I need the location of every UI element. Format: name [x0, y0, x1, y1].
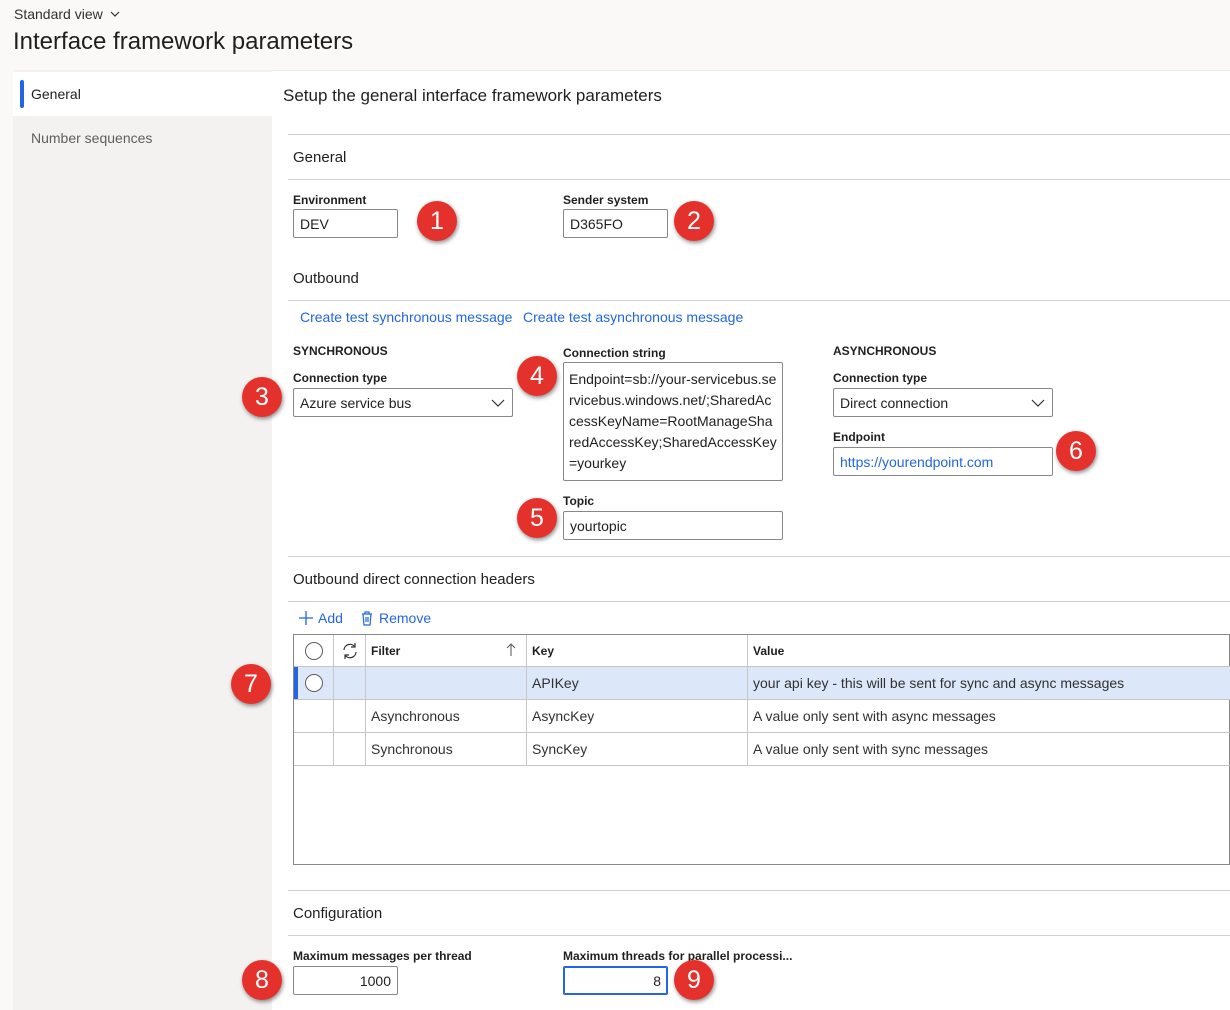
sender-system-field[interactable]: D365FO	[563, 209, 668, 238]
environment-field[interactable]: DEV	[293, 209, 398, 238]
divider	[288, 890, 1230, 891]
topic-label: Topic	[563, 494, 595, 508]
section-heading-configuration: Configuration	[293, 905, 383, 922]
column-header-label: Key	[532, 643, 555, 658]
row-spacer-cell	[334, 667, 366, 699]
divider	[288, 556, 1230, 557]
connection-string-field[interactable]: Endpoint=sb://your-servicebus.servicebus…	[563, 362, 783, 481]
sender-system-label: Sender system	[563, 193, 649, 207]
column-header-filter[interactable]: Filter	[366, 635, 527, 666]
endpoint-label: Endpoint	[833, 430, 885, 444]
chevron-down-icon	[1031, 399, 1045, 407]
sort-ascending-icon	[506, 643, 516, 656]
annotation-badge: 2	[674, 201, 714, 241]
sidebar: General Number sequences	[13, 70, 272, 1010]
max-messages-label: Maximum messages per thread	[293, 949, 472, 963]
view-selector-label: Standard view	[14, 6, 103, 22]
filter-cell[interactable]: Synchronous	[366, 733, 527, 765]
topic-field[interactable]: yourtopic	[563, 511, 783, 540]
annotation-badge: 3	[242, 377, 282, 417]
sync-connection-type-label: Connection type	[293, 371, 388, 385]
sidebar-item-label: General	[31, 86, 81, 102]
column-header-label: Value	[753, 643, 785, 658]
environment-label: Environment	[293, 193, 367, 207]
annotation-badge: 9	[674, 960, 714, 1000]
sync-connection-type-select[interactable]: Azure service bus	[293, 388, 513, 417]
annotation-badge: 6	[1056, 431, 1096, 471]
column-header-label: Filter	[371, 643, 401, 658]
annotation-badge: 1	[417, 201, 457, 241]
page-title: Interface framework parameters	[13, 28, 354, 55]
asynchronous-heading: ASYNCHRONOUS	[833, 344, 937, 358]
column-header-key[interactable]: Key	[527, 635, 748, 666]
content-title: Setup the general interface framework pa…	[283, 86, 662, 105]
trash-icon	[362, 611, 372, 626]
headers-grid: Filter Key Value APIKey your api key - t…	[293, 634, 1230, 865]
max-threads-label: Maximum threads for parallel processi...	[563, 949, 793, 963]
value-cell[interactable]: A value only sent with async messages	[748, 700, 1230, 732]
sidebar-item-general[interactable]: General	[13, 72, 272, 116]
section-heading-general: General	[293, 149, 347, 166]
row-select-radio[interactable]	[304, 674, 323, 692]
endpoint-field[interactable]: https://yourendpoint.com	[833, 447, 1053, 476]
synchronous-heading: SYNCHRONOUS	[293, 344, 388, 358]
column-header-value[interactable]: Value	[748, 635, 1230, 666]
annotation-badge: 8	[242, 960, 282, 1000]
max-messages-field[interactable]: 1000	[293, 966, 398, 995]
section-heading-headers: Outbound direct connection headers	[293, 571, 535, 588]
max-threads-field[interactable]: 8	[563, 966, 668, 995]
divider	[288, 134, 1230, 135]
sync-connection-type-value: Azure service bus	[300, 394, 412, 411]
async-connection-type-label: Connection type	[833, 371, 928, 385]
row-select-cell	[294, 667, 334, 699]
value-cell[interactable]: your api key - this will be sent for syn…	[748, 667, 1230, 699]
value-cell[interactable]: A value only sent with sync messages	[748, 733, 1230, 765]
async-connection-type-value: Direct connection	[840, 394, 949, 411]
refresh-icon[interactable]	[341, 642, 359, 660]
key-cell[interactable]: SyncKey	[527, 733, 748, 765]
filter-cell[interactable]	[366, 667, 527, 699]
remove-button-label: Remove	[379, 610, 432, 626]
remove-button[interactable]: Remove	[359, 610, 431, 626]
add-button[interactable]: Add	[298, 610, 343, 626]
create-test-sync-message-link[interactable]: Create test synchronous message	[300, 309, 512, 325]
select-all-cell	[294, 635, 334, 666]
divider	[288, 300, 1230, 301]
filter-cell[interactable]: Asynchronous	[366, 700, 527, 732]
section-heading-outbound: Outbound	[293, 270, 359, 287]
grid-header-row: Filter Key Value	[294, 635, 1230, 667]
refresh-cell	[334, 635, 366, 666]
annotation-badge: 4	[517, 356, 557, 396]
chevron-down-icon	[110, 11, 120, 17]
table-row[interactable]: Synchronous SyncKey A value only sent wi…	[294, 733, 1230, 766]
key-cell[interactable]: APIKey	[527, 667, 748, 699]
table-row[interactable]: APIKey your api key - this will be sent …	[294, 667, 1230, 700]
plus-icon	[299, 611, 313, 625]
async-connection-type-select[interactable]: Direct connection	[833, 388, 1053, 417]
chevron-down-icon	[491, 399, 505, 407]
sidebar-item-label: Number sequences	[31, 130, 153, 146]
sidebar-item-number-sequences[interactable]: Number sequences	[13, 116, 272, 160]
connection-string-label: Connection string	[563, 346, 666, 360]
select-all-radio[interactable]	[304, 641, 323, 660]
divider	[288, 935, 1230, 936]
view-selector[interactable]: Standard view	[14, 6, 121, 22]
row-select-cell	[294, 700, 334, 732]
divider	[288, 179, 1230, 180]
annotation-badge: 7	[231, 664, 271, 704]
create-test-async-message-link[interactable]: Create test asynchronous message	[523, 309, 743, 325]
annotation-badge: 5	[517, 498, 557, 538]
table-row[interactable]: Asynchronous AsyncKey A value only sent …	[294, 700, 1230, 733]
add-button-label: Add	[318, 610, 343, 626]
row-spacer-cell	[334, 733, 366, 765]
key-cell[interactable]: AsyncKey	[527, 700, 748, 732]
row-select-cell	[294, 733, 334, 765]
row-spacer-cell	[334, 700, 366, 732]
divider	[288, 601, 1230, 602]
